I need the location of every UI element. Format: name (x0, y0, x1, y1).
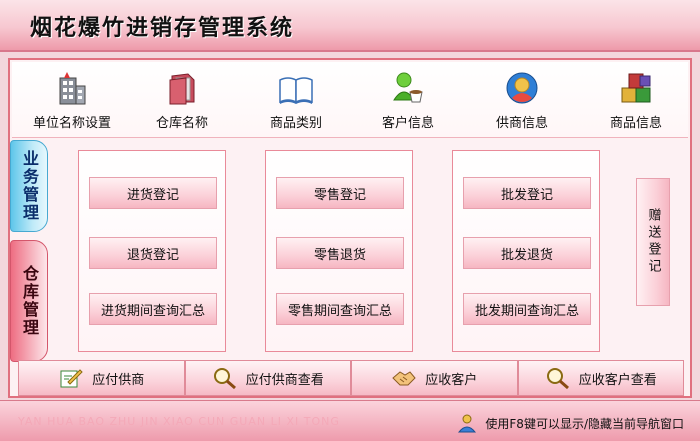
building-icon (59, 72, 86, 105)
bottom-label: 应付供商查看 (245, 372, 324, 388)
status-bar: YAN HUA BAO ZHU JIN XIAO CUN GUAN LI XI … (0, 400, 700, 441)
nav-label: 供商信息 (495, 116, 548, 131)
handshake-icon (392, 371, 416, 386)
nav-warehouse-name[interactable]: 仓库名称 (132, 68, 232, 136)
nav-product-info[interactable]: 商品信息 (586, 68, 686, 136)
nav-label: 仓库名称 (155, 116, 208, 131)
magnifier-icon (213, 368, 236, 390)
nav-label: 商品信息 (609, 116, 662, 131)
nav-label: 商品类别 (269, 116, 322, 131)
receivable-customer-button[interactable]: 应收客户 (351, 360, 518, 396)
retail-panel: 零售登记 零售退货 零售期间查询汇总 (265, 150, 413, 352)
tab-warehouse-management[interactable]: 仓库管理 (10, 240, 48, 362)
nav-supplier-info[interactable]: 供商信息 (472, 68, 572, 136)
side-tabs: 业务管理 仓库管理 (10, 140, 50, 362)
purchase-register-button[interactable]: 进货登记 (89, 177, 217, 209)
globe-user-icon (506, 72, 538, 104)
pinyin-watermark: YAN HUA BAO ZHU JIN XIAO CUN GUAN LI XI … (18, 415, 340, 428)
hint-text: 使用F8键可以显示/隐藏当前导航窗口 (485, 416, 684, 431)
wholesale-panel: 批发登记 批发退货 批发期间查询汇总 (452, 150, 600, 352)
book-icon (279, 77, 313, 104)
tab-business-management[interactable]: 业务管理 (10, 140, 48, 232)
nav-label: 客户信息 (381, 116, 434, 131)
bottom-label: 应收客户查看 (578, 372, 657, 388)
purchase-panel: 进货登记 退货登记 进货期间查询汇总 (78, 150, 226, 352)
folder-icon (169, 73, 195, 105)
purchase-period-query-button[interactable]: 进货期间查询汇总 (89, 293, 217, 325)
bottom-bar: 应付供商 应付供商查看 应收客户 应收客户查看 (18, 360, 684, 396)
gift-register-button[interactable]: 赠送登记 (636, 178, 670, 306)
user-hint-icon (458, 414, 477, 433)
payable-supplier-button[interactable]: 应付供商 (18, 360, 185, 396)
customer-coffee-icon (393, 72, 423, 103)
payable-supplier-view-button[interactable]: 应付供商查看 (184, 360, 351, 396)
retail-register-button[interactable]: 零售登记 (276, 177, 404, 209)
bottom-label: 应付供商 (92, 372, 145, 388)
wholesale-return-button[interactable]: 批发退货 (463, 237, 591, 269)
edit-icon (60, 369, 83, 388)
retail-period-query-button[interactable]: 零售期间查询汇总 (276, 293, 404, 325)
receivable-customer-view-button[interactable]: 应收客户查看 (517, 360, 684, 396)
nav-unit-settings[interactable]: 单位名称设置 (22, 68, 122, 136)
purchase-return-button[interactable]: 退货登记 (89, 237, 217, 269)
title-bar: 烟花爆竹进销存管理系统 (0, 0, 700, 52)
retail-return-button[interactable]: 零售退货 (276, 237, 404, 269)
f8-hint: 使用F8键可以显示/隐藏当前导航窗口 (457, 413, 684, 433)
nav-product-category[interactable]: 商品类别 (246, 68, 346, 136)
app-title: 烟花爆竹进销存管理系统 (30, 16, 295, 41)
nav-customer-info[interactable]: 客户信息 (358, 68, 458, 136)
wholesale-register-button[interactable]: 批发登记 (463, 177, 591, 209)
magnifier-icon (546, 368, 569, 390)
bottom-label: 应收客户 (425, 372, 478, 388)
boxes-icon (621, 73, 651, 103)
wholesale-period-query-button[interactable]: 批发期间查询汇总 (463, 293, 591, 325)
top-nav: 单位名称设置 仓库名称 商品类别 客户信息 供商信息 商品信息 (12, 62, 688, 138)
nav-label: 单位名称设置 (32, 116, 111, 131)
